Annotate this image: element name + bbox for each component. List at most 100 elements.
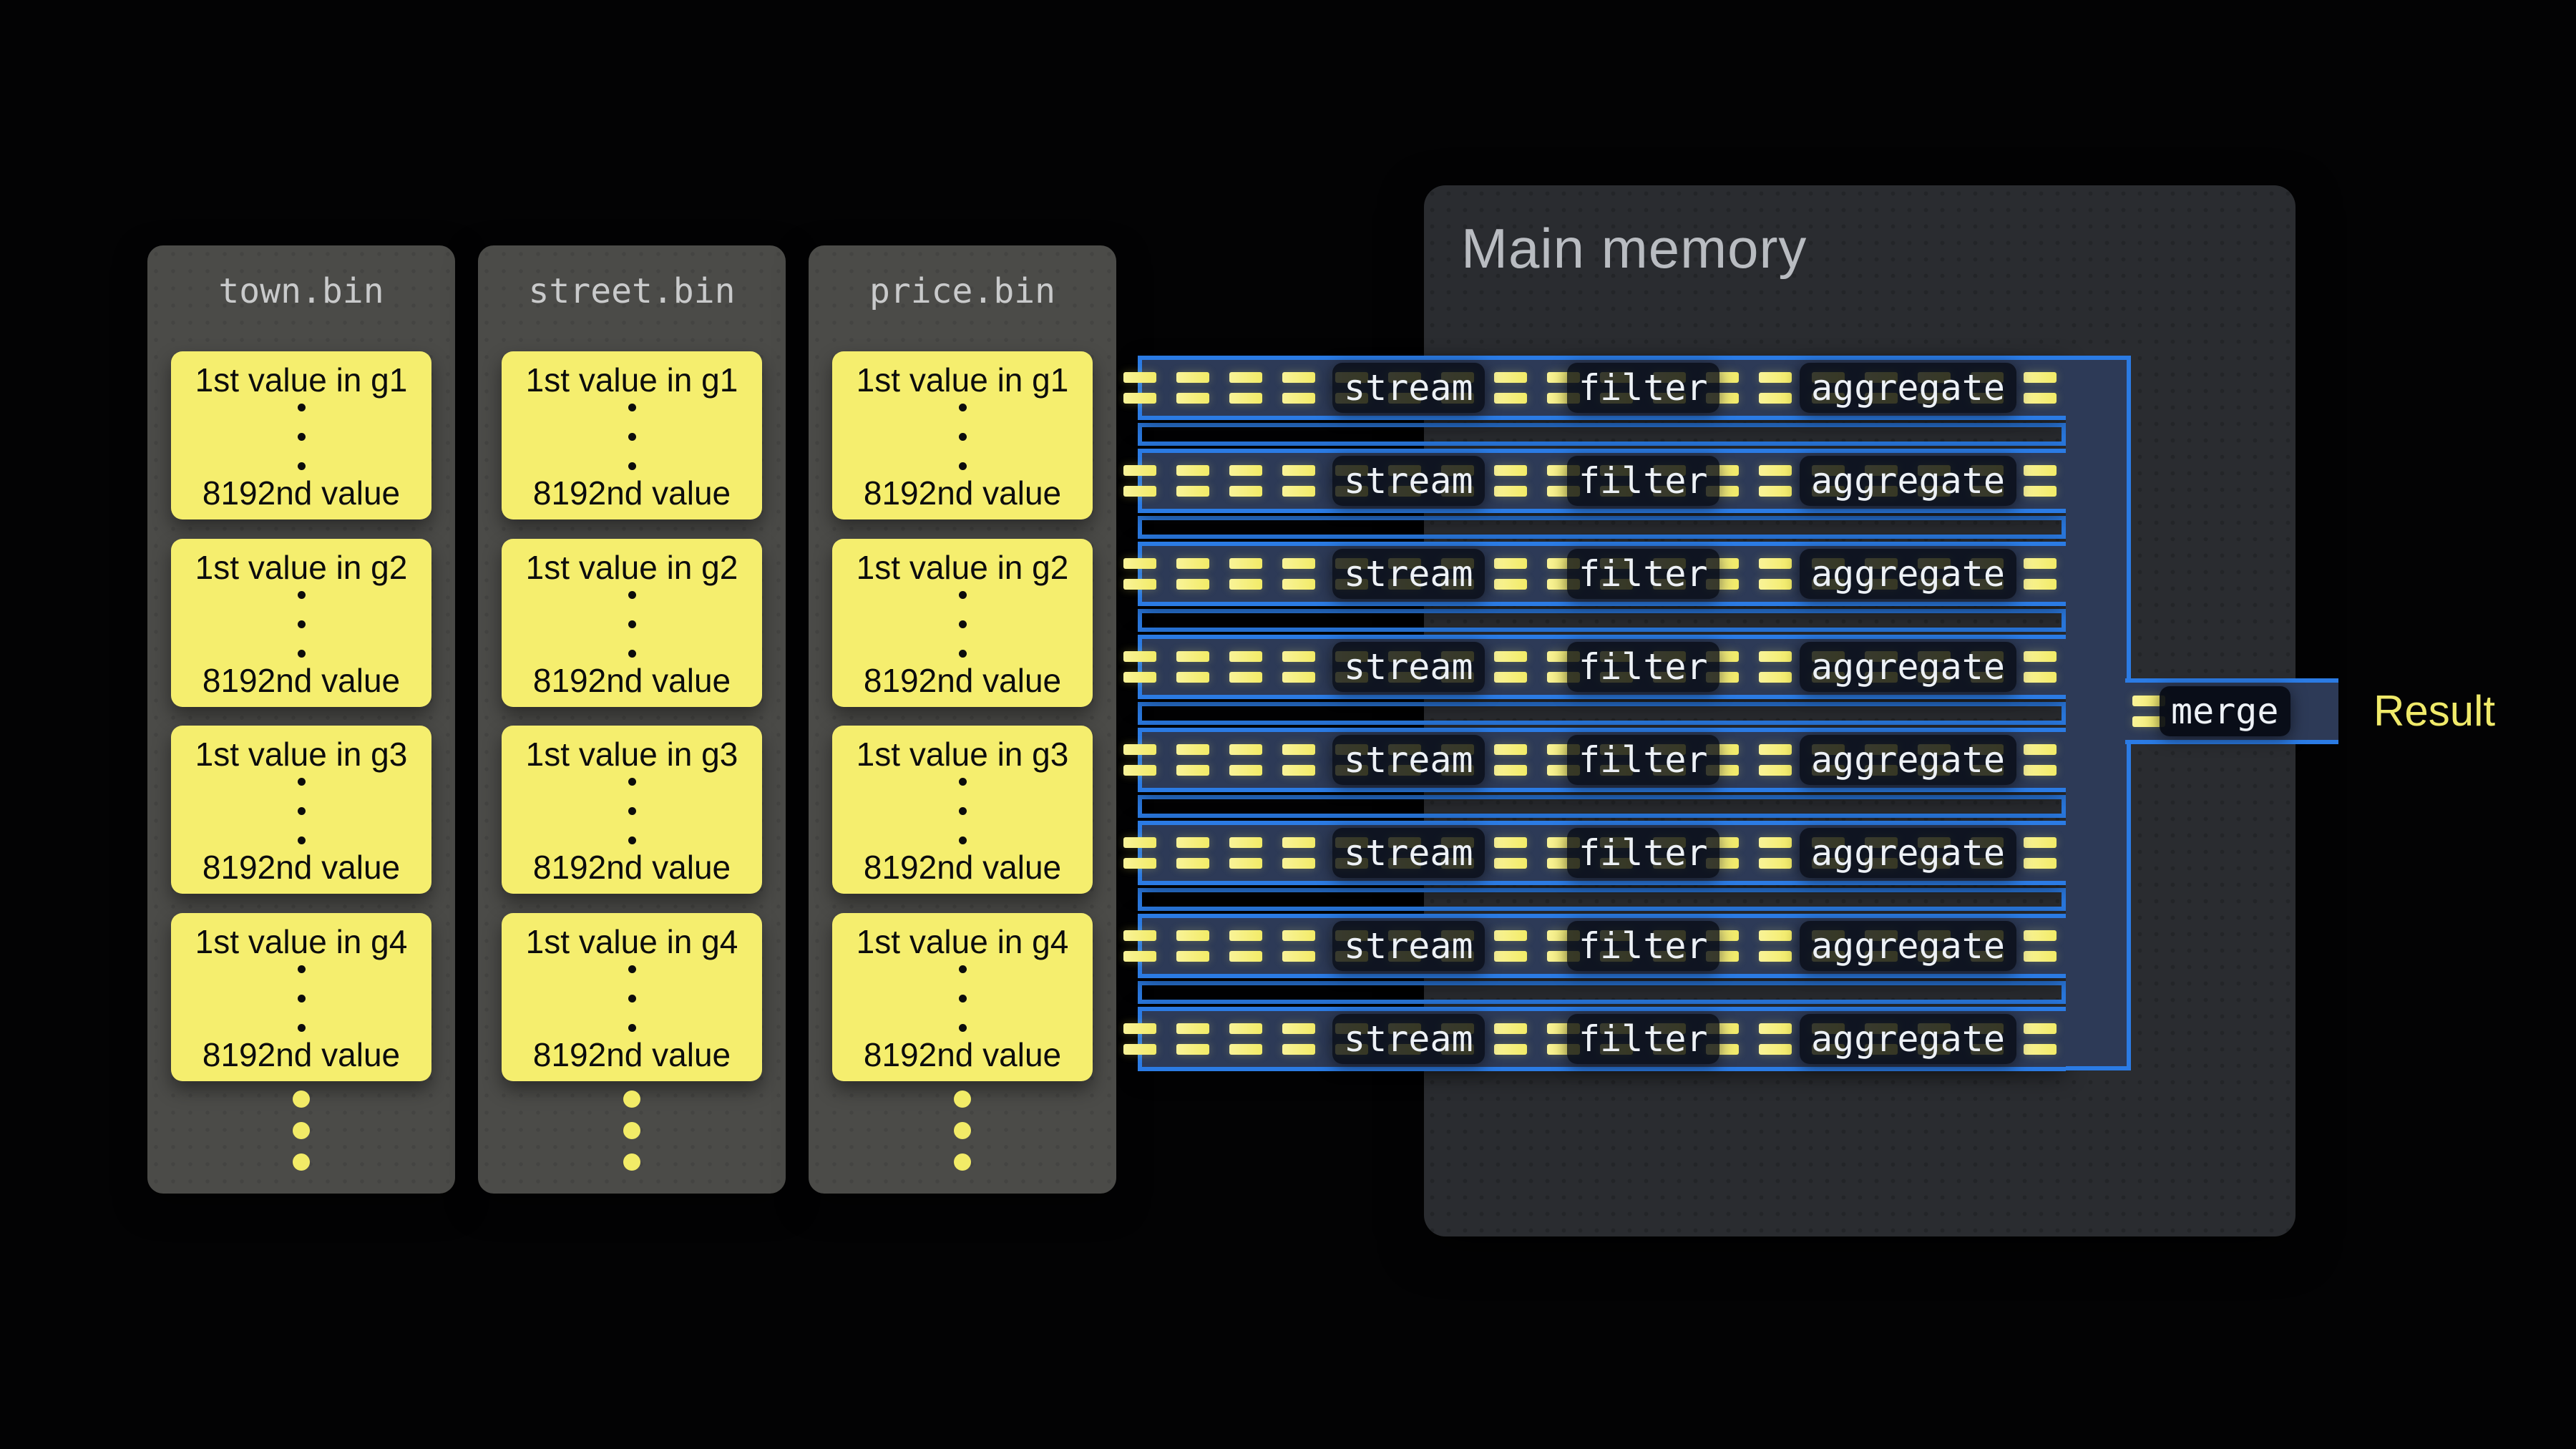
pipeline-row: stream filter aggregate: [1138, 1007, 2066, 1071]
equals-icon: [1229, 651, 1262, 683]
equals-icon: [1282, 1023, 1315, 1055]
value-block-last-label: 8192nd value: [533, 474, 731, 512]
pipeline-gap-notch: [1138, 423, 2066, 446]
equals-icon: [1229, 744, 1262, 776]
equals-icon: [1759, 651, 1792, 683]
equals-icon: [1494, 930, 1527, 962]
value-block-first-label: 1st value in g1: [857, 361, 1069, 399]
value-block-first-label: 1st value in g4: [857, 923, 1069, 961]
file-column: street.bin 1st value in g1 8192nd value …: [478, 245, 786, 1194]
file-column-title: price.bin: [809, 271, 1116, 311]
pipeline-row: stream filter aggregate: [1138, 821, 2066, 885]
value-block: 1st value in g2 8192nd value: [832, 539, 1093, 707]
equals-icon: [2024, 651, 2057, 683]
equals-icon: [2024, 744, 2057, 776]
vertical-ellipsis-icon: [628, 778, 636, 844]
file-column-title: town.bin: [147, 271, 455, 311]
diagram-canvas: Main memory merge Result town.bin 1st va…: [0, 0, 2576, 1449]
value-block-first-label: 1st value in g3: [195, 736, 408, 774]
pipeline-row: stream filter aggregate: [1138, 542, 2066, 606]
filter-box: filter: [1567, 735, 1719, 785]
vertical-ellipsis-icon: [959, 404, 967, 470]
value-block: 1st value in g2 8192nd value: [502, 539, 762, 707]
filter-box: filter: [1567, 549, 1719, 599]
equals-icon: [1494, 744, 1527, 776]
aggregate-box: aggregate: [1800, 549, 2016, 599]
equals-icon: [1494, 372, 1527, 404]
equals-icon: [1176, 465, 1209, 497]
equals-icon: [1123, 837, 1156, 869]
value-block-last-label: 8192nd value: [203, 849, 400, 887]
pipeline-gap-notch: [1138, 609, 2066, 632]
equals-icon: [1123, 744, 1156, 776]
equals-icon: [1282, 558, 1315, 590]
aggregate-box: aggregate: [1800, 642, 2016, 692]
value-block-last-label: 8192nd value: [203, 474, 400, 512]
pipeline-gap-notch: [1138, 516, 2066, 539]
more-blocks-ellipsis-icon: [293, 1091, 310, 1171]
value-block: 1st value in g1 8192nd value: [832, 351, 1093, 519]
filter-box: filter: [1567, 642, 1719, 692]
value-block-first-label: 1st value in g2: [526, 549, 738, 587]
equals-icon: [2024, 930, 2057, 962]
equals-icon: [1494, 651, 1527, 683]
equals-icon: [2024, 558, 2057, 590]
value-block: 1st value in g4 8192nd value: [171, 913, 431, 1081]
equals-icon: [1123, 1023, 1156, 1055]
value-block-last-label: 8192nd value: [203, 662, 400, 700]
stream-box: stream: [1332, 735, 1485, 785]
equals-icon: [1229, 465, 1262, 497]
pipeline-row: stream filter aggregate: [1138, 914, 2066, 978]
vertical-ellipsis-icon: [298, 778, 306, 844]
equals-icon: [1759, 930, 1792, 962]
value-block: 1st value in g4 8192nd value: [832, 913, 1093, 1081]
vertical-ellipsis-icon: [628, 591, 636, 658]
pipeline-gap-notch: [1138, 795, 2066, 818]
filter-box: filter: [1567, 828, 1719, 878]
equals-icon: [1229, 372, 1262, 404]
equals-icon: [1759, 744, 1792, 776]
pipeline-gap-notch: [1138, 981, 2066, 1004]
pipeline-collector-bar: [2066, 356, 2131, 1070]
merge-box: merge: [2160, 686, 2290, 736]
value-block-first-label: 1st value in g2: [195, 549, 408, 587]
file-column-title: street.bin: [478, 271, 786, 311]
equals-icon: [1494, 465, 1527, 497]
vertical-ellipsis-icon: [959, 965, 967, 1032]
equals-icon: [1494, 1023, 1527, 1055]
filter-box: filter: [1567, 456, 1719, 506]
equals-icon: [1282, 930, 1315, 962]
equals-icon: [1176, 651, 1209, 683]
value-block: 1st value in g3 8192nd value: [832, 726, 1093, 894]
aggregate-box: aggregate: [1800, 735, 2016, 785]
equals-icon: [1176, 744, 1209, 776]
equals-icon: [1494, 837, 1527, 869]
aggregate-box: aggregate: [1800, 921, 2016, 971]
value-block-last-label: 8192nd value: [864, 1036, 1061, 1074]
more-blocks-ellipsis-icon: [954, 1091, 971, 1171]
equals-icon: [1123, 558, 1156, 590]
value-block-last-label: 8192nd value: [203, 1036, 400, 1074]
equals-icon: [2024, 465, 2057, 497]
vertical-ellipsis-icon: [298, 404, 306, 470]
equals-icon: [1759, 837, 1792, 869]
value-block-last-label: 8192nd value: [533, 1036, 731, 1074]
main-memory-title: Main memory: [1461, 217, 1807, 281]
value-block-last-label: 8192nd value: [533, 662, 731, 700]
stream-box: stream: [1332, 921, 1485, 971]
equals-icon: [2024, 837, 2057, 869]
file-column: price.bin 1st value in g1 8192nd value 1…: [809, 245, 1116, 1194]
equals-icon: [1176, 558, 1209, 590]
vertical-ellipsis-icon: [628, 404, 636, 470]
value-block-last-label: 8192nd value: [864, 662, 1061, 700]
stream-box: stream: [1332, 549, 1485, 599]
vertical-ellipsis-icon: [298, 591, 306, 658]
equals-icon: [1176, 930, 1209, 962]
value-block-first-label: 1st value in g2: [857, 549, 1069, 587]
vertical-ellipsis-icon: [628, 965, 636, 1032]
equals-icon: [1282, 744, 1315, 776]
equals-icon: [1282, 372, 1315, 404]
value-block-first-label: 1st value in g1: [195, 361, 408, 399]
equals-icon: [1176, 1023, 1209, 1055]
equals-icon: [1282, 837, 1315, 869]
